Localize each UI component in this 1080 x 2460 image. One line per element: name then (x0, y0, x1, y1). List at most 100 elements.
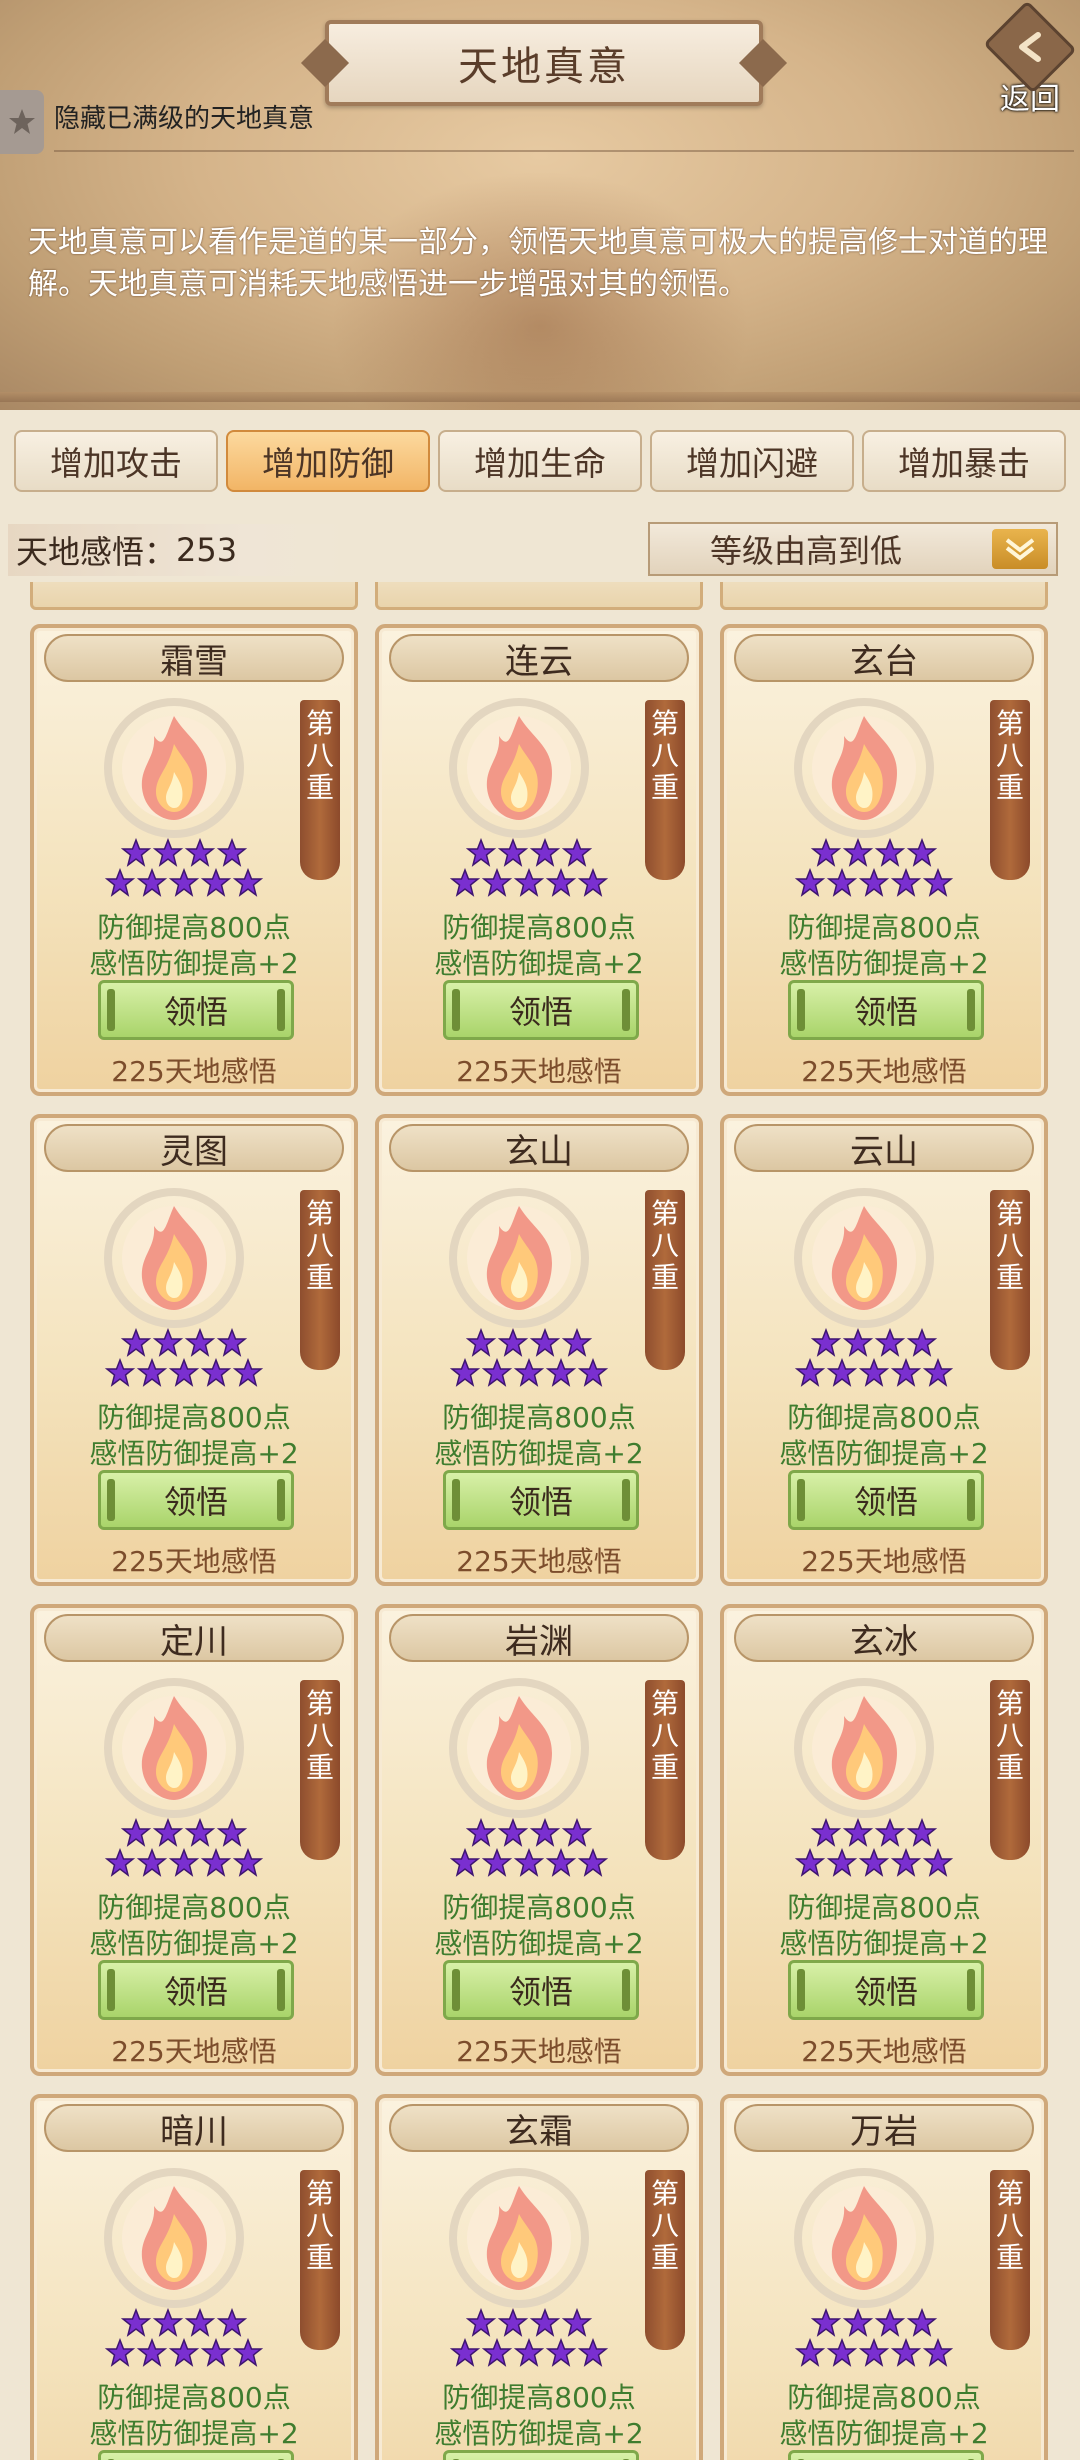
star-icon (185, 1328, 215, 1357)
flame-emblem-icon (104, 1678, 244, 1818)
card-name: 灵图 (44, 1124, 344, 1172)
learn-button[interactable]: 领悟 (788, 1960, 984, 2020)
page-title: 天地真意 (458, 44, 630, 90)
star-rating (449, 838, 609, 898)
star-icon (466, 1328, 496, 1357)
star-rating (104, 1328, 264, 1388)
card-grid: 霜雪 第 八 重 防御提高800点 感悟防御提高+2 领悟 225天地感悟 连云 (30, 624, 1070, 2460)
star-icon (450, 868, 480, 897)
divider (54, 150, 1074, 152)
star-icon (153, 1328, 183, 1357)
rank-char: 八 (995, 739, 1024, 772)
insight-card: 云山 第 八 重 防御提高800点 感悟防御提高+2 领悟 225天地感悟 (720, 1114, 1048, 1586)
rank-char: 第 (650, 1687, 679, 1720)
learn-button[interactable]: 领悟 (443, 2450, 639, 2460)
star-icon (514, 2338, 544, 2367)
star-icon (514, 1848, 544, 1877)
title-banner: 天地真意 (325, 20, 763, 106)
star-icon (875, 1328, 905, 1357)
star-icon (795, 2338, 825, 2367)
rank-char: 八 (650, 2209, 679, 2242)
cost-label: 225天地感悟 (801, 2035, 967, 2068)
star-icon (482, 1358, 512, 1387)
hide-maxed-checkbox[interactable] (0, 90, 44, 154)
star-icon (827, 868, 857, 897)
back-button[interactable]: 返回 (983, 0, 1077, 118)
insight-card: 玄台 第 八 重 防御提高800点 感悟防御提高+2 领悟 225天地感悟 (720, 624, 1048, 1096)
star-icon (233, 868, 263, 897)
star-icon (201, 2338, 231, 2367)
star-icon (827, 2338, 857, 2367)
star-icon (578, 868, 608, 897)
learn-button[interactable]: 领悟 (443, 1960, 639, 2020)
partial-row (0, 582, 1080, 610)
star-rating (104, 1818, 264, 1878)
learn-button[interactable]: 领悟 (788, 2450, 984, 2460)
rank-char: 八 (995, 1229, 1024, 1262)
description-text: 天地真意可以看作是道的某一部分，领悟天地真意可极大的提高修士对道的理解。天地真意… (28, 225, 1048, 302)
star-icon (530, 1328, 560, 1357)
star-icon (907, 1818, 937, 1847)
stat-defense: 防御提高800点 (442, 1401, 636, 1434)
stat-insight-bonus: 感悟防御提高+2 (89, 2417, 299, 2450)
star-icon (811, 1328, 841, 1357)
star-icon (185, 1818, 215, 1847)
learn-button[interactable]: 领悟 (788, 980, 984, 1040)
star-icon (137, 1358, 167, 1387)
learn-button[interactable]: 领悟 (98, 980, 294, 1040)
rank-char: 八 (305, 1229, 334, 1262)
rank-char: 八 (995, 1719, 1024, 1752)
star-icon (875, 838, 905, 867)
rank-scroll: 第 八 重 (300, 700, 340, 880)
rank-scroll: 第 八 重 (990, 1190, 1030, 1370)
flame-emblem-icon (794, 2168, 934, 2308)
card-name: 玄冰 (734, 1614, 1034, 1662)
star-icon (450, 1848, 480, 1877)
tab-defense[interactable]: 增加防御 (226, 430, 430, 492)
tab-attack[interactable]: 增加攻击 (14, 430, 218, 492)
tab-dodge[interactable]: 增加闪避 (650, 430, 854, 492)
star-icon (843, 838, 873, 867)
star-icon (482, 1848, 512, 1877)
learn-button[interactable]: 领悟 (98, 1960, 294, 2020)
star-icon (121, 1328, 151, 1357)
star-icon (498, 1328, 528, 1357)
stat-insight-bonus: 感悟防御提高+2 (779, 947, 989, 980)
tab-health[interactable]: 增加生命 (438, 430, 642, 492)
learn-button[interactable]: 领悟 (98, 2450, 294, 2460)
stat-insight-bonus: 感悟防御提高+2 (779, 1437, 989, 1470)
star-icon (859, 1848, 889, 1877)
rank-scroll: 第 八 重 (990, 1680, 1030, 1860)
star-icon (466, 838, 496, 867)
card-name: 岩渊 (389, 1614, 689, 1662)
star-icon (578, 1848, 608, 1877)
stat-defense: 防御提高800点 (97, 1891, 291, 1924)
star-icon (923, 1358, 953, 1387)
learn-button[interactable]: 领悟 (443, 1470, 639, 1530)
star-icon (185, 838, 215, 867)
learn-button[interactable]: 领悟 (788, 1470, 984, 1530)
rank-scroll: 第 八 重 (300, 1190, 340, 1370)
flame-emblem-icon (449, 698, 589, 838)
stat-insight-bonus: 感悟防御提高+2 (89, 1437, 299, 1470)
tab-crit[interactable]: 增加暴击 (862, 430, 1066, 492)
insight-card: 玄山 第 八 重 防御提高800点 感悟防御提高+2 领悟 225天地感悟 (375, 1114, 703, 1586)
star-icon (891, 868, 921, 897)
star-icon (923, 868, 953, 897)
star-icon (153, 1818, 183, 1847)
rank-char: 八 (650, 1229, 679, 1262)
rank-scroll: 第 八 重 (300, 2170, 340, 2350)
sort-dropdown[interactable]: 等级由高到低 (648, 522, 1058, 576)
star-rating (794, 1818, 954, 1878)
insight-card: 玄冰 第 八 重 防御提高800点 感悟防御提高+2 领悟 225天地感悟 (720, 1604, 1048, 2076)
insight-card: 连云 第 八 重 防御提高800点 感悟防御提高+2 领悟 225天地感悟 (375, 624, 703, 1096)
star-icon (137, 2338, 167, 2367)
star-icon (923, 2338, 953, 2367)
learn-button[interactable]: 领悟 (443, 980, 639, 1040)
chevron-down-icon (992, 529, 1048, 569)
card-grid-area[interactable]: 霜雪 第 八 重 防御提高800点 感悟防御提高+2 领悟 225天地感悟 连云 (0, 582, 1080, 2460)
learn-button[interactable]: 领悟 (98, 1470, 294, 1530)
star-icon (498, 838, 528, 867)
star-icon (153, 2308, 183, 2337)
rank-char: 重 (995, 771, 1024, 804)
